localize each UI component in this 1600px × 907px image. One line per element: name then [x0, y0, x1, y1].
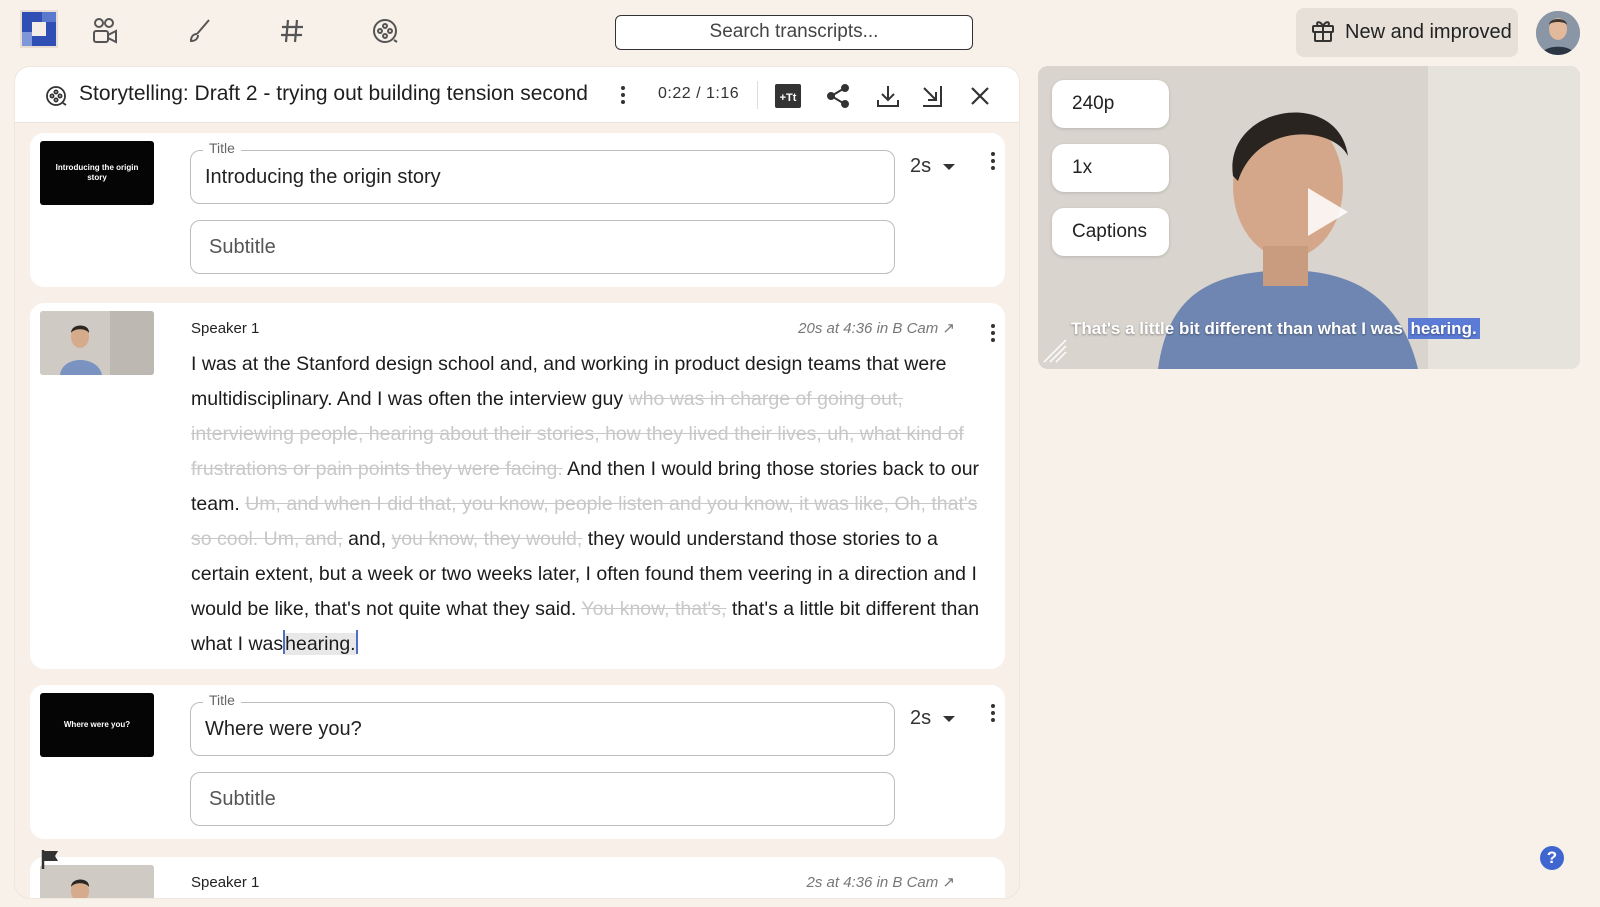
gift-icon	[1310, 17, 1336, 49]
external-link-icon: ↗	[942, 320, 955, 337]
avatar[interactable]	[1536, 11, 1580, 55]
new-and-improved-button[interactable]: New and improved	[1296, 8, 1518, 57]
title-field-value[interactable]: Where were you?	[205, 718, 362, 741]
chevron-down-icon	[943, 163, 956, 170]
title-field-label: Title	[203, 140, 241, 156]
speed-button[interactable]: 1x	[1052, 144, 1169, 192]
search-input[interactable]: Search transcripts...	[615, 15, 973, 50]
title-card-thumbnail[interactable]: Introducing the origin story	[40, 141, 154, 205]
card-more-icon[interactable]	[985, 319, 1001, 347]
speaker-name[interactable]: Speaker 1	[191, 874, 259, 891]
top-bar: Search transcripts... New and improved	[0, 0, 1600, 64]
subtitle-field[interactable]: Subtitle	[190, 772, 895, 826]
quality-button[interactable]: 240p	[1052, 80, 1169, 128]
subtitle-field[interactable]: Subtitle	[190, 220, 895, 274]
duration-dropdown[interactable]: 2s	[910, 707, 956, 730]
new-and-improved-label: New and improved	[1345, 21, 1512, 43]
speaker-card[interactable]: Speaker 1 2s at 4:36 in B Cam ↗	[30, 857, 1005, 898]
title-field[interactable]: Title Where were you?	[190, 692, 895, 756]
page-title: Storytelling: Draft 2 - trying out build…	[79, 82, 588, 105]
speaker-thumbnail[interactable]	[40, 865, 154, 898]
external-link-icon: ↗	[942, 874, 955, 891]
svg-text:+Tt: +Tt	[780, 92, 797, 104]
close-icon[interactable]	[967, 83, 993, 109]
more-icon[interactable]	[615, 81, 631, 109]
share-icon[interactable]	[825, 83, 851, 109]
play-icon[interactable]	[1308, 188, 1348, 236]
title-field-label: Title	[203, 692, 241, 708]
title-field[interactable]: Title Introducing the origin story	[190, 140, 895, 204]
flag-icon[interactable]	[40, 848, 62, 870]
add-text-icon[interactable]: +Tt	[775, 83, 801, 109]
chevron-down-icon	[943, 715, 956, 722]
speaker-thumbnail[interactable]	[40, 311, 154, 375]
film-reel-icon[interactable]	[370, 16, 400, 46]
help-button[interactable]: ?	[1540, 846, 1564, 870]
title-card-thumbnail[interactable]: Where were you?	[40, 693, 154, 757]
speaker-name[interactable]: Speaker 1	[191, 320, 259, 337]
caption-text: That's a little bit different than what …	[1071, 319, 1403, 338]
clip-info-text: 20s at 4:36 in B Cam	[798, 320, 939, 337]
export-icon[interactable]	[920, 83, 946, 109]
resize-handle-icon[interactable]	[1042, 338, 1068, 364]
clip-info-link[interactable]: 20s at 4:36 in B Cam ↗	[798, 319, 955, 337]
speaker-card[interactable]: Speaker 1 20s at 4:36 in B Cam ↗ I was a…	[30, 303, 1005, 669]
transcript-text[interactable]: I was at the Stanford design school and,…	[191, 347, 981, 662]
duration-dropdown[interactable]: 2s	[910, 155, 956, 178]
duration-value: 2s	[910, 155, 932, 177]
subtitle-placeholder[interactable]: Subtitle	[209, 236, 276, 259]
removed-segment[interactable]: you know, they would,	[392, 528, 583, 550]
divider	[757, 81, 758, 109]
duration-value: 2s	[910, 707, 932, 729]
editor-header: Storytelling: Draft 2 - trying out build…	[15, 67, 1019, 123]
title-field-value[interactable]: Introducing the origin story	[205, 166, 441, 189]
timecode: 0:22 / 1:16	[658, 85, 740, 102]
selected-word[interactable]: hearing.	[285, 633, 356, 655]
title-card[interactable]: Where were you? Title Where were you? Su…	[30, 685, 1005, 839]
card-more-icon[interactable]	[985, 699, 1001, 727]
removed-segment[interactable]: You know, that's,	[581, 598, 726, 620]
clip-info-text: 2s at 4:36 in B Cam	[806, 874, 939, 891]
editor-panel: Storytelling: Draft 2 - trying out build…	[14, 66, 1020, 899]
captions-button[interactable]: Captions	[1052, 208, 1169, 256]
hashtag-icon[interactable]	[277, 16, 307, 46]
card-more-icon[interactable]	[985, 147, 1001, 175]
transcript-segment[interactable]: and,	[348, 528, 386, 550]
video-caption: That's a little bit different than what …	[1071, 318, 1480, 339]
people-camera-icon[interactable]	[91, 16, 121, 46]
caption-highlight: hearing.	[1407, 318, 1480, 339]
subtitle-placeholder[interactable]: Subtitle	[209, 788, 276, 811]
title-card[interactable]: Introducing the origin story Title Intro…	[30, 133, 1005, 287]
video-player[interactable]: 240p 1x Captions That's a little bit dif…	[1038, 66, 1580, 369]
clip-info-link[interactable]: 2s at 4:36 in B Cam ↗	[807, 873, 955, 891]
brush-icon[interactable]	[184, 16, 214, 46]
film-reel-icon	[43, 83, 69, 109]
download-icon[interactable]	[875, 83, 901, 109]
app-logo[interactable]	[20, 10, 58, 48]
selection-end-handle[interactable]	[355, 630, 358, 654]
